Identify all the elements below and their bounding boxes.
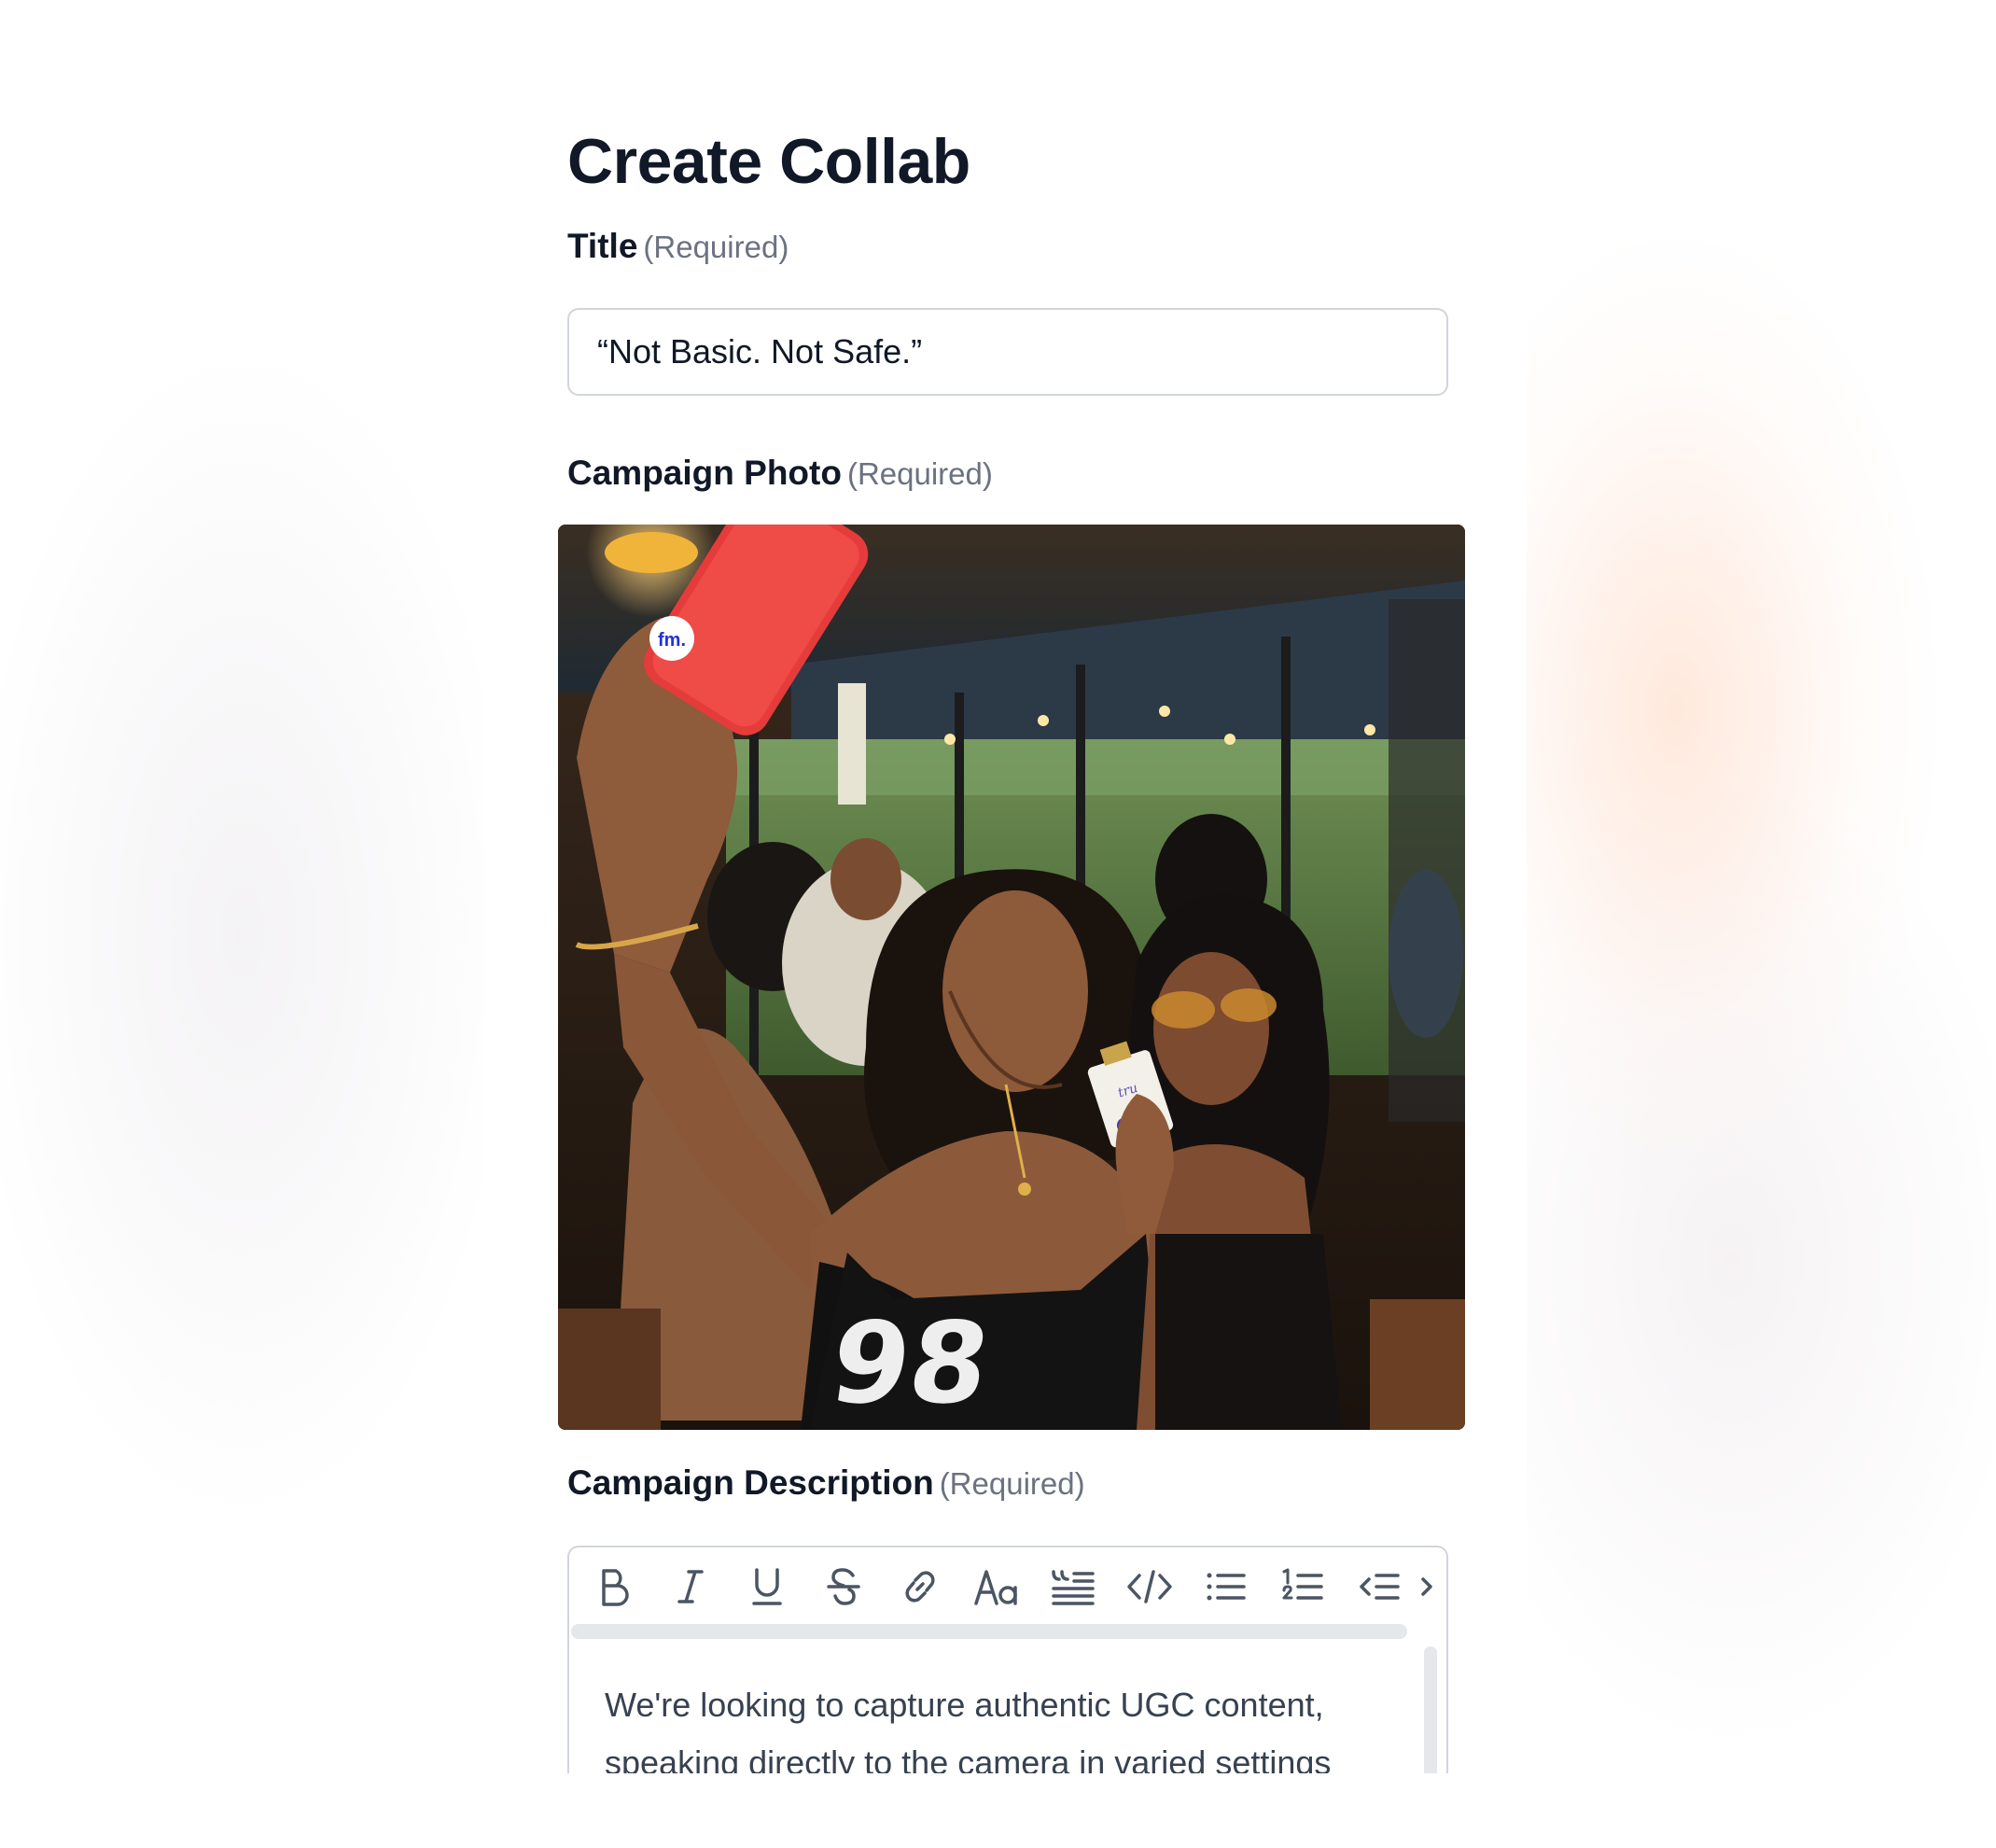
bottom-area	[0, 1773, 1996, 1848]
blockquote-button[interactable]	[1047, 1561, 1099, 1613]
underline-icon	[752, 1568, 782, 1605]
italic-button[interactable]	[664, 1561, 717, 1613]
bullet-list-button[interactable]	[1200, 1561, 1252, 1613]
bullet-list-icon	[1207, 1573, 1246, 1601]
background-right	[1527, 0, 1996, 1848]
editor-vertical-scrollbar[interactable]	[1424, 1646, 1437, 1779]
description-line-1: We're looking to capture authentic UGC c…	[605, 1686, 1324, 1724]
bold-button[interactable]	[588, 1561, 640, 1613]
italic-icon	[677, 1570, 704, 1603]
campaign-description-required-note: (Required)	[939, 1466, 1085, 1501]
font-size-icon	[974, 1570, 1017, 1605]
code-button[interactable]	[1124, 1561, 1176, 1613]
campaign-description-label-text: Campaign Description	[567, 1463, 934, 1502]
outdent-button[interactable]	[1353, 1561, 1405, 1613]
description-text[interactable]: We're looking to capture authentic UGC c…	[605, 1676, 1398, 1779]
page-title: Create Collab	[567, 126, 970, 197]
chevron-right-icon	[1421, 1577, 1432, 1596]
campaign-photo-image: fm. 98 tru	[558, 525, 1465, 1430]
toolbar-horizontal-scrollbar[interactable]	[571, 1624, 1407, 1639]
code-icon	[1127, 1570, 1172, 1603]
campaign-photo-label: Campaign Photo (Required)	[567, 454, 993, 493]
campaign-photo[interactable]: fm. 98 tru	[558, 525, 1465, 1430]
photo-badge: fm.	[658, 630, 686, 651]
link-button[interactable]	[894, 1561, 946, 1613]
title-label-text: Title	[567, 227, 638, 265]
campaign-photo-label-text: Campaign Photo	[567, 454, 842, 492]
underline-button[interactable]	[741, 1561, 793, 1613]
background-left	[0, 0, 485, 1848]
outdent-icon	[1360, 1574, 1400, 1600]
title-label: Title (Required)	[567, 227, 789, 266]
title-input[interactable]	[567, 308, 1448, 396]
description-line-2: speaking directly to the camera in varie…	[605, 1743, 1332, 1779]
numbered-list-button[interactable]	[1277, 1561, 1329, 1613]
strikethrough-icon	[827, 1568, 860, 1605]
editor-toolbar	[569, 1547, 1446, 1624]
font-size-button[interactable]	[970, 1561, 1023, 1613]
campaign-photo-required-note: (Required)	[846, 456, 993, 491]
strikethrough-button[interactable]	[817, 1561, 870, 1613]
photo-jersey-number: 98	[823, 1299, 998, 1429]
link-icon	[905, 1571, 935, 1603]
description-editor[interactable]: We're looking to capture authentic UGC c…	[567, 1546, 1448, 1779]
numbered-list-icon	[1282, 1568, 1323, 1600]
title-required-note: (Required)	[643, 230, 789, 264]
blockquote-icon	[1052, 1570, 1095, 1605]
bold-icon	[602, 1569, 629, 1606]
toolbar-more-button[interactable]	[1413, 1561, 1441, 1613]
campaign-description-label: Campaign Description (Required)	[567, 1463, 1085, 1503]
